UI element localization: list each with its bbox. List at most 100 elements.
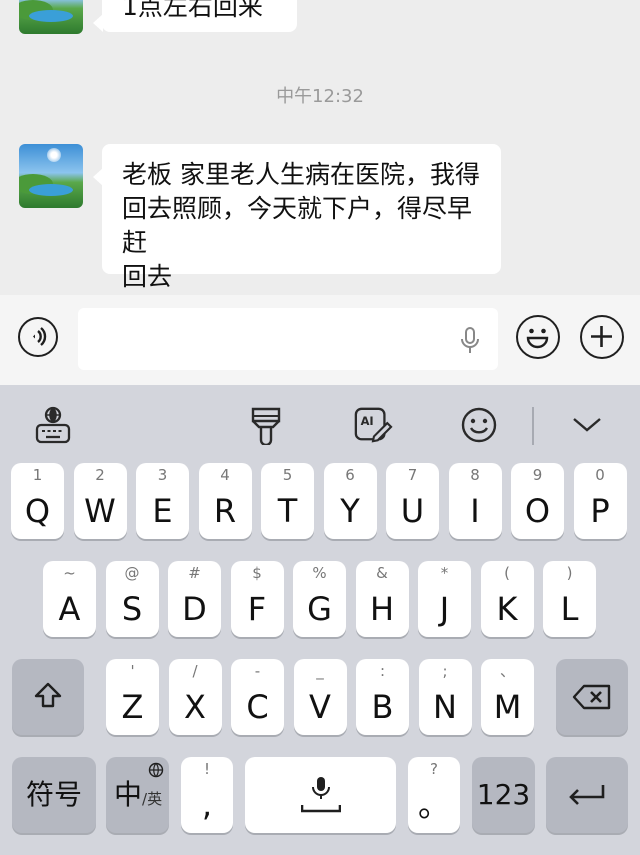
keyboard-language-icon[interactable]: [33, 405, 73, 445]
chinese-label: 中: [114, 778, 143, 811]
key-c[interactable]: -C: [231, 659, 284, 735]
key-main-label: Y: [340, 492, 360, 530]
key-main-label: M: [493, 688, 522, 726]
message-input[interactable]: [78, 308, 498, 370]
keyboard: AI 1Q2W3E4R5T6Y7U8I9O0P ~ A @ S # D $ F% G & H * J(K…: [0, 385, 640, 855]
backspace-key[interactable]: [556, 659, 628, 735]
key-g[interactable]: % G: [293, 561, 346, 637]
enter-key[interactable]: [546, 757, 628, 833]
key-z[interactable]: ' Z: [106, 659, 159, 735]
paint-brush-icon[interactable]: [246, 405, 286, 445]
key-l[interactable]: ) L: [543, 561, 596, 637]
key-v[interactable]: _ V: [293, 659, 347, 735]
backspace-icon: [572, 684, 611, 710]
key-sub-label: *: [440, 564, 449, 582]
chinese-english-key[interactable]: 中/英: [106, 757, 169, 833]
key-main-label: O: [524, 492, 551, 530]
key-y[interactable]: 6Y: [323, 463, 377, 539]
key-main-label: N: [433, 688, 457, 726]
return-arrow-icon: [569, 785, 605, 805]
key-main-label: D: [182, 590, 207, 628]
key-main-label: K: [496, 590, 518, 628]
prev-message-bubble[interactable]: 1点左右回来: [93, 0, 297, 32]
key-sub-label: (: [504, 564, 510, 582]
key-sub-label: _: [316, 662, 324, 680]
key-m[interactable]: 、 M: [481, 659, 534, 735]
voice-mode-button[interactable]: [18, 317, 58, 357]
key-s[interactable]: @ S: [105, 561, 159, 637]
key-sub-label: /: [192, 662, 198, 680]
key-main-label: I: [470, 492, 480, 530]
key-sub-label: 6: [345, 466, 355, 484]
key-main-label: J: [439, 590, 450, 628]
numbers-key[interactable]: 123: [472, 757, 535, 833]
key-main-label: R: [213, 492, 237, 530]
contact-avatar[interactable]: [19, 144, 83, 208]
key-q[interactable]: 1Q: [11, 463, 64, 539]
more-button[interactable]: [580, 315, 624, 359]
key-main-label: G: [307, 590, 332, 628]
key-b[interactable]: :B: [356, 659, 409, 735]
key-main-label: V: [309, 688, 331, 726]
message-line: 老板 家里老人生病在医院，我得: [122, 160, 480, 189]
key-d[interactable]: # D: [168, 561, 221, 637]
keyboard-toolbar: AI: [0, 385, 640, 465]
key-sub-label: 0: [595, 466, 605, 484]
message-bubble[interactable]: 老板 家里老人生病在医院，我得 回去照顾，今天就下户，得尽早赶 回去: [93, 144, 501, 291]
numbers-label: 123: [476, 778, 531, 811]
plus-icon: [591, 326, 612, 347]
key-sub-label: ': [130, 662, 135, 680]
key-sub-label: 5: [282, 466, 293, 484]
contact-avatar[interactable]: [19, 0, 83, 34]
emoji-button[interactable]: [516, 315, 560, 359]
key-main-label: E: [152, 492, 173, 530]
key-sub-label: 7: [407, 466, 418, 484]
key-main-label: S: [121, 590, 143, 628]
key-sub-label: 4: [220, 466, 230, 484]
toolbar-divider: [532, 407, 534, 445]
key-sub-label: @: [124, 564, 140, 582]
key-n[interactable]: ; N: [418, 659, 472, 735]
key-k[interactable]: (K: [480, 561, 534, 637]
key-main-label: X: [184, 688, 206, 726]
key-main-label: T: [277, 492, 298, 530]
key-sub-label: ;: [442, 662, 448, 680]
key-main-label: A: [58, 590, 81, 628]
ai-writing-icon[interactable]: AI: [353, 405, 393, 445]
key-e[interactable]: 3E: [136, 463, 189, 539]
key-f[interactable]: $ F: [230, 561, 284, 637]
smiley-icon: [526, 328, 549, 349]
key-t[interactable]: 5T: [261, 463, 314, 539]
key-u[interactable]: 7U: [386, 463, 439, 539]
key-h[interactable]: & H: [355, 561, 409, 637]
key-sub-label: 8: [470, 466, 480, 484]
message-line: 回去: [122, 262, 173, 291]
key-sub-label: 3: [157, 466, 168, 484]
key-x[interactable]: / X: [168, 659, 222, 735]
input-bar: [0, 295, 640, 385]
period-key[interactable]: ? 。: [408, 757, 460, 833]
key-sub-label: #: [188, 564, 201, 582]
shift-key[interactable]: [12, 659, 84, 735]
key-main-label: P: [590, 492, 610, 530]
comma-key[interactable]: ! ,: [181, 757, 233, 833]
period-key-main: 。: [417, 786, 450, 824]
key-sub-label: 1: [32, 466, 43, 484]
key-j[interactable]: * J: [418, 561, 471, 637]
space-key[interactable]: [245, 757, 396, 833]
key-r[interactable]: 4R: [198, 463, 252, 539]
comma-key-sub: !: [203, 760, 210, 778]
microphone-icon[interactable]: [459, 326, 481, 356]
key-sub-label: ~: [63, 564, 76, 582]
period-key-sub: ?: [430, 760, 438, 778]
symbols-label: 符号: [25, 778, 82, 811]
key-o[interactable]: 9O: [511, 463, 564, 539]
key-a[interactable]: ~ A: [43, 561, 96, 637]
key-w[interactable]: 2W: [73, 463, 127, 539]
key-p[interactable]: 0P: [573, 463, 627, 539]
symbols-key[interactable]: 符号: [12, 757, 96, 833]
key-main-label: F: [247, 590, 267, 628]
emoji-icon[interactable]: [459, 405, 499, 445]
chevron-down-icon[interactable]: [567, 405, 607, 445]
key-i[interactable]: 8I: [448, 463, 502, 539]
